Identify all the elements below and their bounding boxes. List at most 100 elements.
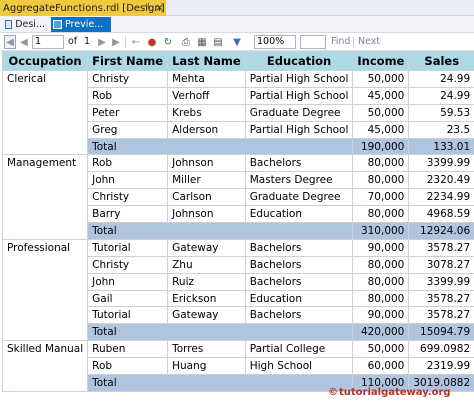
column-header: Income bbox=[352, 51, 410, 71]
income-cell: 90,000 bbox=[352, 306, 410, 325]
export-icon[interactable]: ▼ bbox=[228, 35, 246, 49]
sales-cell: 3399.99 bbox=[408, 154, 474, 173]
last-name-cell: Krebs bbox=[167, 103, 246, 122]
close-icon[interactable]: × bbox=[154, 1, 165, 14]
education-cell: Bachelors bbox=[244, 306, 354, 325]
find-button[interactable]: Find bbox=[331, 35, 350, 49]
print-layout-icon[interactable]: ▦ bbox=[196, 35, 208, 49]
education-cell: Partial High School bbox=[244, 86, 354, 105]
last-name-cell: Ruiz bbox=[167, 272, 246, 291]
first-name-cell: Rob bbox=[87, 357, 169, 376]
column-header: Occupation bbox=[1, 51, 89, 71]
total-income-cell: 310,000 bbox=[352, 222, 410, 240]
education-cell: Partial College bbox=[244, 340, 354, 359]
tab-preview-label: Previe... bbox=[65, 19, 104, 30]
toolbar-separator bbox=[353, 36, 354, 48]
income-cell: 70,000 bbox=[352, 188, 410, 207]
watermark: ©tutorialgateway.org bbox=[328, 387, 451, 398]
education-cell: Education bbox=[244, 289, 354, 308]
first-name-cell: Christy bbox=[87, 188, 169, 207]
next-page-icon[interactable]: ▶ bbox=[96, 35, 108, 49]
last-name-cell: Carlson bbox=[167, 188, 246, 207]
report-preview-area: Occupation First Name Last Name Educatio… bbox=[0, 51, 474, 408]
find-input[interactable] bbox=[300, 35, 326, 49]
education-cell: Bachelors bbox=[244, 272, 354, 291]
income-cell: 50,000 bbox=[352, 70, 410, 88]
sales-cell: 24.99 bbox=[408, 70, 474, 88]
total-label-cell: Total bbox=[87, 323, 354, 342]
tab-preview[interactable]: Previe... bbox=[51, 17, 111, 32]
first-name-cell: Christy bbox=[87, 70, 169, 88]
tab-design-label: Desi... bbox=[15, 19, 45, 30]
last-name-cell: Gateway bbox=[167, 238, 246, 257]
education-cell: Bachelors bbox=[244, 154, 354, 173]
sales-cell: 24.99 bbox=[408, 86, 474, 105]
last-name-cell: Alderson bbox=[167, 120, 246, 139]
sales-cell: 4968.59 bbox=[408, 205, 474, 224]
refresh-icon[interactable]: ↻ bbox=[162, 35, 174, 49]
pin-icon[interactable]: ⊣ bbox=[140, 2, 151, 13]
print-icon[interactable]: ⎙ bbox=[180, 35, 192, 49]
page-setup-icon[interactable]: ▤ bbox=[212, 35, 224, 49]
income-cell: 80,000 bbox=[352, 171, 410, 190]
last-name-cell: Erickson bbox=[167, 289, 246, 308]
back-icon[interactable]: ← bbox=[130, 35, 142, 49]
first-name-cell: Peter bbox=[87, 103, 169, 122]
total-label-cell: Total bbox=[87, 374, 354, 392]
column-header: Last Name bbox=[167, 51, 246, 71]
education-cell: Partial High School bbox=[244, 120, 354, 139]
income-cell: 80,000 bbox=[352, 289, 410, 308]
total-label-cell: Total bbox=[87, 137, 354, 156]
total-income-cell: 190,000 bbox=[352, 137, 410, 156]
report-table: Occupation First Name Last Name Educatio… bbox=[1, 51, 474, 392]
design-icon bbox=[5, 20, 13, 29]
occupation-group-cell: Professional bbox=[1, 238, 89, 342]
first-name-cell: Rob bbox=[87, 154, 169, 173]
education-cell: Graduate Degree bbox=[244, 103, 354, 122]
zoom-select[interactable]: 100% bbox=[254, 35, 296, 49]
document-tab-strip: AggregateFunctions.rdl [Design] ⊣ × bbox=[0, 0, 474, 16]
total-pages: 1 bbox=[84, 36, 91, 47]
first-name-cell: John bbox=[87, 171, 169, 190]
column-header: Education bbox=[244, 51, 354, 71]
column-header: Sales bbox=[408, 51, 474, 71]
education-cell: Education bbox=[244, 205, 354, 224]
total-sales-cell: 12924.06 bbox=[408, 222, 474, 240]
income-cell: 50,000 bbox=[352, 340, 410, 359]
last-name-cell: Gateway bbox=[167, 306, 246, 325]
table-row: Clerical Christy Mehta Partial High School 5… bbox=[1, 69, 474, 156]
sales-cell: 699.0982 bbox=[408, 340, 474, 359]
occupation-group-cell: Skilled Manual bbox=[1, 340, 89, 392]
income-cell: 90,000 bbox=[352, 238, 410, 257]
next-button[interactable]: Next bbox=[358, 35, 380, 49]
education-cell: Partial High School bbox=[244, 70, 354, 88]
income-cell: 60,000 bbox=[352, 357, 410, 376]
first-name-cell: Barry bbox=[87, 205, 169, 224]
first-name-cell: Tutorial bbox=[87, 306, 169, 325]
table-row: Skilled Manual Ruben Torres Partial College… bbox=[1, 340, 474, 392]
document-tab[interactable]: AggregateFunctions.rdl [Design] ⊣ × bbox=[0, 0, 166, 16]
income-cell: 45,000 bbox=[352, 86, 410, 105]
stop-icon[interactable]: ● bbox=[146, 35, 158, 49]
page-number-input[interactable]: 1 bbox=[32, 35, 64, 49]
tab-design[interactable]: Desi... bbox=[3, 17, 49, 32]
first-page-icon[interactable]: ◀ bbox=[4, 35, 16, 49]
sales-cell: 3078.27 bbox=[408, 255, 474, 274]
total-sales-cell: 133.01 bbox=[408, 137, 474, 156]
income-cell: 80,000 bbox=[352, 272, 410, 291]
sales-cell: 2234.99 bbox=[408, 188, 474, 207]
previous-page-icon[interactable]: ◀ bbox=[18, 35, 30, 49]
sales-cell: 3578.27 bbox=[408, 306, 474, 325]
income-cell: 80,000 bbox=[352, 205, 410, 224]
sales-cell: 23.5 bbox=[408, 120, 474, 139]
first-name-cell: Tutorial bbox=[87, 238, 169, 257]
last-page-icon[interactable]: ▶ bbox=[110, 35, 122, 49]
table-row: Management Rob Johnson Bachelors 80,000 3399.… bbox=[1, 154, 474, 240]
education-cell: Bachelors bbox=[244, 238, 354, 257]
sales-cell: 2320.49 bbox=[408, 171, 474, 190]
last-name-cell: Johnson bbox=[167, 205, 246, 224]
last-name-cell: Torres bbox=[167, 340, 246, 359]
preview-icon bbox=[53, 20, 62, 29]
last-name-cell: Zhu bbox=[167, 255, 246, 274]
sales-cell: 59.53 bbox=[408, 103, 474, 122]
